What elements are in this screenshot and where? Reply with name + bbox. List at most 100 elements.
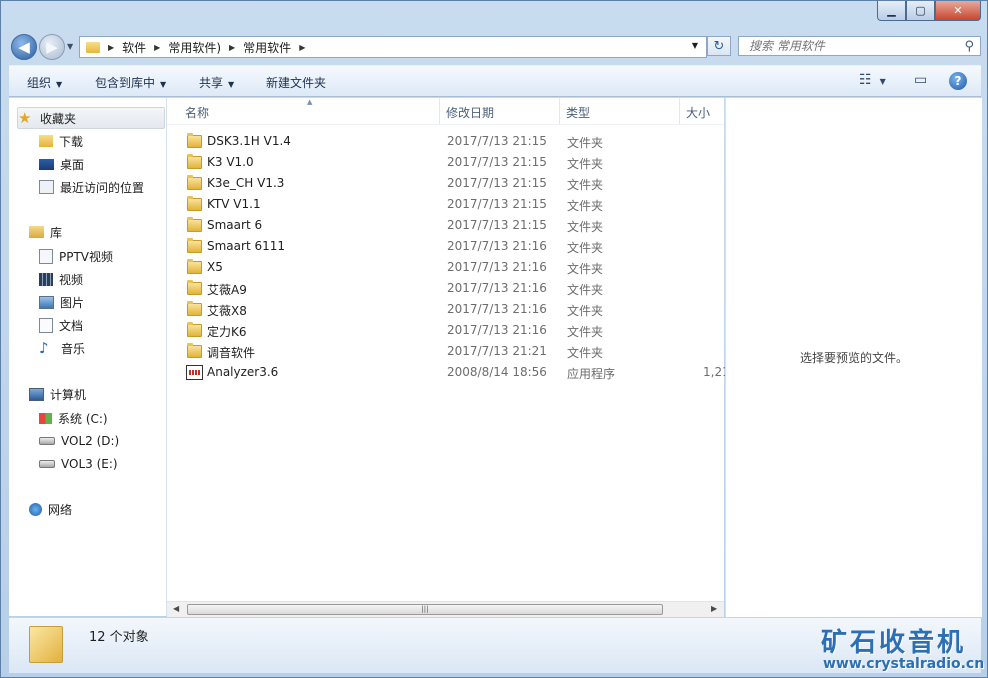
- file-list: ▲ 名称 修改日期 类型 大小 DSK3.1H V1.4 2017/7/13 21…: [167, 98, 730, 603]
- search-box[interactable]: ⚲: [738, 36, 981, 56]
- file-row[interactable]: KTV V1.1 2017/7/13 21:15 文件夹: [181, 194, 721, 215]
- desktop-icon: [39, 158, 54, 170]
- refresh-button[interactable]: ↻: [707, 36, 731, 56]
- file-row[interactable]: Smaart 6111 2017/7/13 21:16 文件夹: [181, 236, 721, 257]
- folder-icon: [187, 133, 202, 148]
- file-type: 文件夹: [567, 157, 604, 171]
- file-name: X5: [207, 260, 223, 274]
- file-row[interactable]: X5 2017/7/13 21:16 文件夹: [181, 257, 721, 278]
- file-date: 2017/7/13 21:16: [447, 323, 547, 337]
- minimize-button[interactable]: ▁: [877, 1, 906, 21]
- file-row[interactable]: 调音软件 2017/7/13 21:21 文件夹: [181, 341, 721, 362]
- file-row[interactable]: 定力K6 2017/7/13 21:16 文件夹: [181, 320, 721, 341]
- column-date-header[interactable]: 修改日期: [446, 104, 494, 121]
- preview-pane-button[interactable]: ▭: [914, 72, 927, 88]
- folder-icon: [187, 175, 202, 190]
- nav-documents[interactable]: 文档: [39, 315, 83, 335]
- forward-arrow-icon: ▶: [46, 38, 58, 56]
- breadcrumb-item[interactable]: 常用软件): [168, 39, 221, 56]
- chevron-right-icon[interactable]: ▶: [108, 43, 114, 52]
- nav-downloads[interactable]: 下载: [39, 131, 83, 151]
- search-icon[interactable]: ⚲: [964, 39, 974, 54]
- folder-icon: [29, 626, 63, 663]
- search-input[interactable]: [747, 38, 951, 54]
- maximize-button[interactable]: ▢: [906, 1, 935, 21]
- help-button[interactable]: ?: [949, 72, 967, 90]
- file-date: 2008/8/14 18:56: [447, 365, 547, 379]
- folder-icon: [187, 259, 202, 274]
- back-button[interactable]: ◀: [11, 34, 37, 60]
- nav-pictures[interactable]: 图片: [39, 292, 84, 312]
- recent-places-icon: [39, 180, 54, 194]
- help-icon: ?: [954, 74, 962, 88]
- column-name-header[interactable]: 名称: [185, 104, 209, 121]
- nav-recent-places[interactable]: 最近访问的位置: [39, 177, 144, 197]
- close-button[interactable]: ✕: [935, 1, 981, 21]
- chevron-right-icon[interactable]: ▶: [229, 43, 235, 52]
- nav-music[interactable]: ♪ 音乐: [39, 338, 85, 358]
- nav-computer[interactable]: 计算机: [29, 384, 86, 404]
- file-date: 2017/7/13 21:21: [447, 344, 547, 358]
- file-type: 文件夹: [567, 220, 604, 234]
- file-type: 应用程序: [567, 367, 616, 381]
- file-date: 2017/7/13 21:16: [447, 260, 547, 274]
- file-name: Analyzer3.6: [207, 365, 279, 379]
- navigation-pane: ★ 收藏夹 下载 桌面 最近访问的位置 库 PPTV视频 视频 图片 文档 ♪ …: [9, 98, 167, 616]
- details-pane: 12 个对象 矿石收音机 www.crystalradio.cn: [9, 617, 984, 673]
- nav-label: 收藏夹: [40, 111, 77, 126]
- nav-label: 网络: [48, 502, 73, 517]
- nav-videos[interactable]: 视频: [39, 269, 83, 289]
- chevron-right-icon[interactable]: ▶: [154, 43, 160, 52]
- file-row[interactable]: K3e_CH V1.3 2017/7/13 21:15 文件夹: [181, 173, 721, 194]
- address-field[interactable]: ▶ 软件 ▶ 常用软件) ▶ 常用软件 ▶ ▼: [79, 36, 707, 58]
- scroll-right-icon[interactable]: ▶: [711, 604, 717, 613]
- folder-icon: [187, 154, 202, 169]
- file-row[interactable]: Smaart 6 2017/7/13 21:15 文件夹: [181, 215, 721, 236]
- column-divider[interactable]: [439, 98, 440, 124]
- column-type-header[interactable]: 类型: [566, 104, 590, 121]
- include-in-library-menu[interactable]: 包含到库中 ▼: [95, 74, 166, 91]
- network-icon: [29, 502, 42, 516]
- document-icon: [39, 248, 53, 264]
- column-divider[interactable]: [679, 98, 680, 124]
- new-folder-button[interactable]: 新建文件夹: [266, 74, 326, 91]
- file-row[interactable]: 艾薇A9 2017/7/13 21:16 文件夹: [181, 278, 721, 299]
- file-date: 2017/7/13 21:15: [447, 197, 547, 211]
- forward-button[interactable]: ▶: [39, 34, 65, 60]
- column-size-header[interactable]: 大小: [686, 104, 710, 121]
- nav-network[interactable]: 网络: [29, 499, 72, 519]
- nav-drive-e[interactable]: VOL3 (E:): [39, 454, 118, 474]
- scroll-left-icon[interactable]: ◀: [173, 604, 179, 613]
- chevron-right-icon[interactable]: ▶: [299, 43, 305, 52]
- nav-libraries[interactable]: 库: [29, 222, 62, 242]
- horizontal-scrollbar[interactable]: ◀ ||| ▶: [167, 601, 724, 618]
- file-row[interactable]: 艾薇X8 2017/7/13 21:16 文件夹: [181, 299, 721, 320]
- nav-label: 图片: [60, 295, 85, 310]
- nav-label: 最近访问的位置: [60, 180, 145, 195]
- file-name: K3 V1.0: [207, 155, 254, 169]
- scrollbar-thumb[interactable]: |||: [187, 604, 663, 615]
- chevron-down-icon: ▼: [56, 80, 63, 89]
- refresh-icon: ↻: [713, 38, 725, 54]
- column-divider[interactable]: [559, 98, 560, 124]
- nav-pptv[interactable]: PPTV视频: [39, 246, 113, 266]
- file-row[interactable]: Analyzer3.6 2008/8/14 18:56 应用程序 1,21: [181, 362, 730, 383]
- chevron-down-icon[interactable]: ▼: [692, 41, 698, 50]
- organize-menu[interactable]: 组织 ▼: [27, 74, 62, 91]
- chevron-down-icon: ▼: [879, 77, 886, 86]
- file-name: Smaart 6111: [207, 239, 286, 253]
- file-row[interactable]: DSK3.1H V1.4 2017/7/13 21:15 文件夹: [181, 131, 721, 152]
- recent-pages-dropdown[interactable]: ▼: [67, 42, 73, 51]
- system-drive-icon: [39, 412, 52, 424]
- preview-pane-icon: ▭: [914, 72, 928, 88]
- nav-desktop[interactable]: 桌面: [39, 154, 84, 174]
- breadcrumb-item[interactable]: 常用软件: [243, 39, 291, 56]
- nav-drive-c[interactable]: 系统 (C:): [39, 408, 108, 428]
- breadcrumb-item[interactable]: 软件: [122, 39, 146, 56]
- file-row[interactable]: K3 V1.0 2017/7/13 21:15 文件夹: [181, 152, 721, 173]
- nav-favorites[interactable]: ★ 收藏夹: [17, 107, 165, 129]
- nav-drive-d[interactable]: VOL2 (D:): [39, 431, 119, 451]
- view-options-button[interactable]: ☷ ▼: [859, 72, 886, 88]
- share-menu[interactable]: 共享 ▼: [199, 74, 234, 91]
- address-bar-row: ◀ ▶ ▼ ▶ 软件 ▶ 常用软件) ▶ 常用软件 ▶ ▼ ↻ ⚲: [9, 33, 981, 61]
